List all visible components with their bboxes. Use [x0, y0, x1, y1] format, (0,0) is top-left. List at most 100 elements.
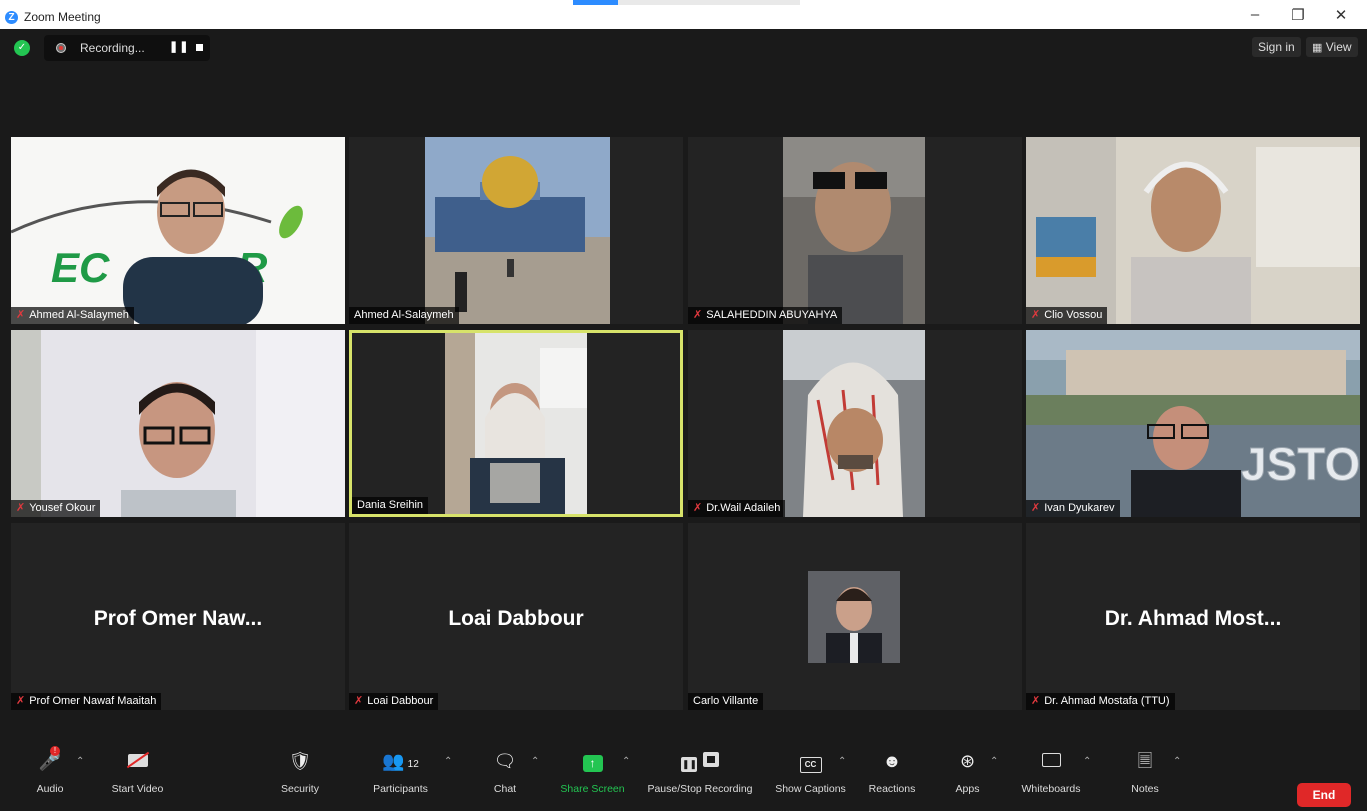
participant-name-label: ✗ Clio Vossou: [1026, 307, 1108, 324]
window-title: Zoom Meeting: [24, 10, 101, 24]
grid-view-icon: ▦: [1312, 42, 1323, 54]
participant-name: SALAHEDDIN ABUYAHYA: [706, 309, 838, 321]
restore-button[interactable]: ❐: [1283, 6, 1313, 24]
participant-video: JSTO: [1026, 330, 1360, 517]
muted-mic-icon: ✗: [693, 502, 703, 514]
chat-label: Chat: [493, 783, 517, 795]
recording-dot-icon: [56, 43, 66, 53]
participant-tile-no-video[interactable]: Carlo Villante: [688, 523, 1022, 710]
muted-mic-icon: ✗: [16, 695, 26, 707]
share-options-chevron-icon[interactable]: ⌃: [622, 756, 630, 767]
participant-tile-active-speaker[interactable]: Dania Sreihin: [349, 330, 683, 517]
participant-display-name: Prof Omer Naw...: [93, 607, 263, 630]
chat-bubble-icon: 🗨: [493, 751, 517, 771]
participant-tile[interactable]: ✗ Clio Vossou: [1026, 137, 1360, 324]
recording-indicator: Recording... ❚❚: [44, 35, 210, 61]
participant-name: Dania Sreihin: [357, 499, 424, 511]
participant-name-label: ✗ Prof Omer Nawaf Maaitah: [11, 693, 162, 710]
share-screen-icon: ↑: [555, 748, 630, 774]
participant-tile-no-video[interactable]: Prof Omer Naw... ✗ Prof Omer Nawaf Maaita…: [11, 523, 345, 710]
participant-tile[interactable]: ✗ Dr.Wail Adaileh: [688, 330, 1022, 517]
reactions-smiley-icon: ☻: [882, 751, 902, 771]
whiteboards-options-chevron-icon[interactable]: ⌃: [1083, 756, 1091, 767]
muted-mic-icon: ✗: [1031, 695, 1041, 707]
encryption-shield-icon[interactable]: ✓: [14, 40, 30, 56]
participant-avatar: [808, 571, 900, 663]
participants-button[interactable]: 👥 12 Participants: [363, 748, 438, 795]
pause-recording-icon[interactable]: ❚❚: [169, 40, 189, 53]
close-button[interactable]: ✕: [1326, 6, 1356, 24]
participant-name-label: ✗ Loai Dabbour: [349, 693, 439, 710]
share-screen-label: Share Screen: [560, 783, 625, 795]
view-label: View: [1325, 40, 1352, 54]
whiteboard-icon: [1015, 748, 1087, 774]
participant-name-label: Carlo Villante: [688, 693, 764, 710]
participant-tile[interactable]: Ahmed Al-Salaymeh: [349, 137, 683, 324]
participant-name-label: ✗ SALAHEDDIN ABUYAHYA: [688, 307, 843, 324]
reactions-button[interactable]: ☻ Reactions: [862, 748, 922, 795]
muted-mic-icon: ✗: [16, 502, 26, 514]
zoom-logo-icon: Z: [5, 11, 18, 24]
participant-tile[interactable]: ✗ Yousef Okour: [11, 330, 345, 517]
show-captions-label: Show Captions: [775, 783, 846, 795]
participant-name: Dr. Ahmad Mostafa (TTU): [1044, 695, 1170, 707]
participant-video: [445, 333, 587, 514]
muted-mic-icon: ✗: [16, 309, 26, 321]
participant-name: Carlo Villante: [693, 695, 759, 707]
chat-options-chevron-icon[interactable]: ⌃: [531, 756, 539, 767]
participant-name-label: ✗ Ivan Dyukarev: [1026, 500, 1120, 517]
titlebar-accent: [573, 0, 618, 5]
stop-recording-icon[interactable]: [196, 44, 203, 51]
participant-name-label: Dania Sreihin: [352, 497, 429, 514]
participant-tile[interactable]: ✗ SALAHEDDIN ABUYAHYA: [688, 137, 1022, 324]
apps-button[interactable]: ⊛ Apps: [945, 748, 990, 795]
apps-icon: ⊛: [959, 751, 976, 771]
muted-microphone-icon: 🎤!: [38, 746, 62, 771]
participant-name: Clio Vossou: [1044, 309, 1103, 321]
notes-label: Notes: [1131, 783, 1159, 795]
security-label: Security: [281, 783, 319, 795]
start-video-label: Start Video: [111, 783, 164, 795]
start-video-button[interactable]: Start Video: [100, 748, 175, 795]
whiteboards-button[interactable]: Whiteboards: [1015, 748, 1087, 795]
video-off-icon: [100, 748, 175, 774]
end-meeting-button[interactable]: End: [1297, 783, 1351, 807]
apps-options-chevron-icon[interactable]: ⌃: [990, 756, 998, 767]
recording-label: Recording...: [80, 41, 145, 55]
muted-mic-icon: ✗: [1031, 502, 1041, 514]
participant-name: Dr.Wail Adaileh: [706, 502, 781, 514]
whiteboards-label: Whiteboards: [1021, 783, 1081, 795]
view-button[interactable]: ▦ View: [1306, 37, 1358, 57]
pause-stop-icon: ❚❚: [640, 748, 760, 774]
participants-count: 12: [407, 759, 419, 770]
participant-name: Ivan Dyukarev: [1044, 502, 1115, 514]
minimize-button[interactable]: –: [1240, 6, 1270, 23]
participant-video: EC R: [11, 137, 345, 324]
share-screen-button[interactable]: ↑ Share Screen: [555, 748, 630, 795]
sign-in-button[interactable]: Sign in: [1252, 37, 1301, 57]
participant-tile[interactable]: EC R ✗Ahmed Al-Salaymeh: [11, 137, 345, 324]
svg-text:EC: EC: [51, 244, 110, 291]
participant-name: Prof Omer Nawaf Maaitah: [29, 695, 157, 707]
pause-stop-recording-button[interactable]: ❚❚ Pause/Stop Recording: [640, 748, 760, 795]
participants-options-chevron-icon[interactable]: ⌃: [444, 756, 452, 767]
participant-video: [783, 137, 925, 324]
notes-icon: 🗏: [1137, 751, 1153, 771]
participant-tile[interactable]: JSTO ✗ Ivan Dyukarev: [1026, 330, 1360, 517]
meeting-area: ✓ Recording... ❚❚ Sign in ▦ View EC R ✗A…: [0, 29, 1367, 811]
captions-options-chevron-icon[interactable]: ⌃: [838, 756, 846, 767]
participant-tile-no-video[interactable]: Dr. Ahmad Most... ✗ Dr. Ahmad Mostafa (TT…: [1026, 523, 1360, 710]
svg-text:JSTO: JSTO: [1241, 438, 1360, 490]
participant-tile-no-video[interactable]: Loai Dabbour ✗ Loai Dabbour: [349, 523, 683, 710]
chat-button[interactable]: 🗨 Chat: [485, 748, 525, 795]
security-button[interactable]: 🛡 Security: [275, 748, 325, 795]
participant-video: [783, 330, 925, 517]
audio-options-chevron-icon[interactable]: ⌃: [76, 756, 84, 767]
participant-name: Loai Dabbour: [367, 695, 434, 707]
notes-button[interactable]: 🗏 Notes: [1125, 748, 1165, 795]
muted-mic-icon: ✗: [354, 695, 364, 707]
participant-name: Ahmed Al-Salaymeh: [354, 309, 454, 321]
notes-options-chevron-icon[interactable]: ⌃: [1173, 756, 1181, 767]
participant-display-name: Loai Dabbour: [448, 607, 584, 630]
audio-button[interactable]: 🎤! Audio: [30, 746, 70, 795]
